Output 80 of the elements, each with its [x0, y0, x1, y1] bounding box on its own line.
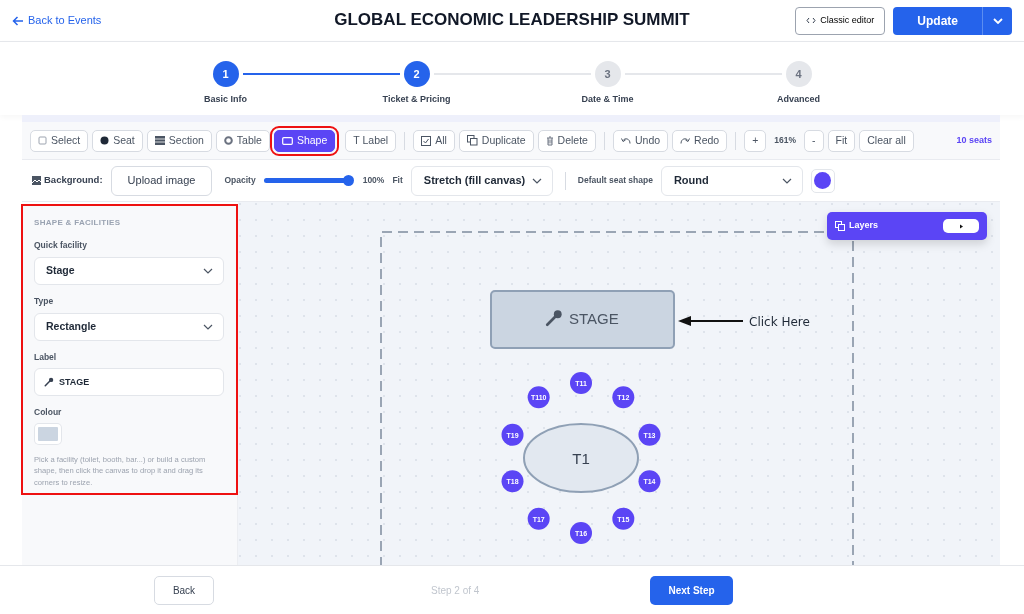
background-label: Background:	[44, 173, 103, 188]
code-icon	[806, 17, 817, 24]
chevron-down-icon	[781, 177, 792, 184]
back-arrow-icon	[12, 15, 24, 26]
seat-shape-label: Default seat shape	[577, 174, 653, 187]
image-icon	[32, 176, 41, 185]
layers-title: Layers	[849, 219, 879, 233]
redo-icon	[680, 136, 691, 145]
step-indicator: Step 2 of 4	[431, 583, 481, 598]
zoom-in-button[interactable]: +	[744, 129, 767, 152]
chevron-down-icon	[531, 177, 542, 184]
action-button[interactable]: Delete	[537, 129, 596, 152]
history-button[interactable]: Redo	[672, 129, 728, 152]
chevron-down-icon	[203, 267, 213, 274]
field-label: Type	[34, 294, 55, 308]
tool-button[interactable]: Select	[30, 129, 89, 152]
quick-facility-select[interactable]: Stage	[34, 256, 224, 285]
table-shape[interactable]: T1	[523, 423, 639, 493]
fit-select[interactable]: Stretch (fill canvas)	[410, 165, 553, 196]
trash-icon	[545, 135, 554, 146]
action-button[interactable]: All	[413, 129, 455, 152]
opacity-slider[interactable]	[263, 175, 355, 186]
step-label: Ticket & Pricing	[382, 93, 451, 106]
rectangle-icon	[281, 136, 293, 145]
tool-button[interactable]: Section	[146, 129, 212, 152]
fit-value: Stretch (fill canvas)	[423, 173, 526, 189]
caret-icon	[992, 17, 1003, 24]
opacity-label: Opacity	[224, 174, 256, 187]
select-value: Stage	[46, 262, 75, 278]
checkbox-icon	[421, 135, 432, 146]
seat-shape-select[interactable]: Round	[660, 165, 803, 196]
back-link[interactable]: Back to Events	[12, 12, 102, 29]
seat-color-picker[interactable]	[810, 168, 835, 193]
layers-icon	[835, 221, 845, 231]
step-number[interactable]: 2	[403, 61, 430, 87]
step-label: Date & Time	[581, 93, 634, 106]
upload-image-button[interactable]: Upload image	[110, 165, 213, 196]
history-button[interactable]: Undo	[612, 129, 669, 152]
seat-count: 10 seats	[956, 133, 992, 147]
clear-all-button[interactable]: Clear all	[859, 129, 914, 152]
stage-shape[interactable]: STAGE	[490, 290, 675, 349]
pointer-arrow	[678, 316, 744, 326]
page-title: GLOBAL ECONOMIC LEADERSHIP SUMMIT	[334, 10, 690, 29]
square-icon	[38, 136, 47, 145]
grid-icon	[154, 136, 165, 145]
zoom-out-button[interactable]: -	[804, 129, 824, 152]
field-label: Colour	[34, 406, 63, 419]
tool-button[interactable]: Table	[215, 129, 270, 152]
chevron-down-icon	[203, 323, 213, 330]
microphone-icon	[44, 377, 54, 388]
step-number[interactable]: 4	[785, 61, 812, 87]
colour-swatch[interactable]	[35, 424, 61, 444]
step-label: Advanced	[777, 93, 820, 106]
tool-button[interactable]: T Label	[345, 129, 397, 152]
dot-icon	[100, 136, 110, 145]
fit-label: Fit	[392, 174, 403, 187]
field-label: Quick facility	[34, 239, 88, 252]
classic-editor-button[interactable]: Classic editor	[795, 6, 886, 35]
zoom-level: 161%	[773, 134, 798, 147]
copy-icon	[466, 135, 478, 146]
tool-button[interactable]: Seat	[92, 129, 143, 152]
opacity-reading: 100%	[362, 174, 385, 187]
step-number[interactable]: 1	[212, 61, 239, 87]
step-label: Basic Info	[204, 93, 247, 106]
ring-icon	[223, 136, 233, 145]
next-step-button[interactable]: Next Step	[650, 575, 733, 605]
type-select[interactable]: Rectangle	[34, 312, 224, 341]
step-number[interactable]: 3	[594, 61, 621, 87]
seat-shape-value: Round	[673, 173, 709, 189]
panel-heading: SHAPE & FACILITIES	[34, 217, 122, 229]
back-button[interactable]: Back	[154, 575, 214, 605]
play-icon	[958, 223, 964, 229]
undo-icon	[620, 136, 631, 145]
label-input[interactable]: STAGE	[34, 368, 224, 397]
action-button[interactable]: Duplicate	[458, 129, 534, 152]
annotation-text: Click Here	[749, 315, 810, 329]
field-label: Label	[34, 350, 58, 364]
layers-toggle-button[interactable]	[943, 219, 979, 233]
select-value: Rectangle	[46, 318, 97, 334]
fit-button[interactable]: Fit	[827, 129, 856, 152]
